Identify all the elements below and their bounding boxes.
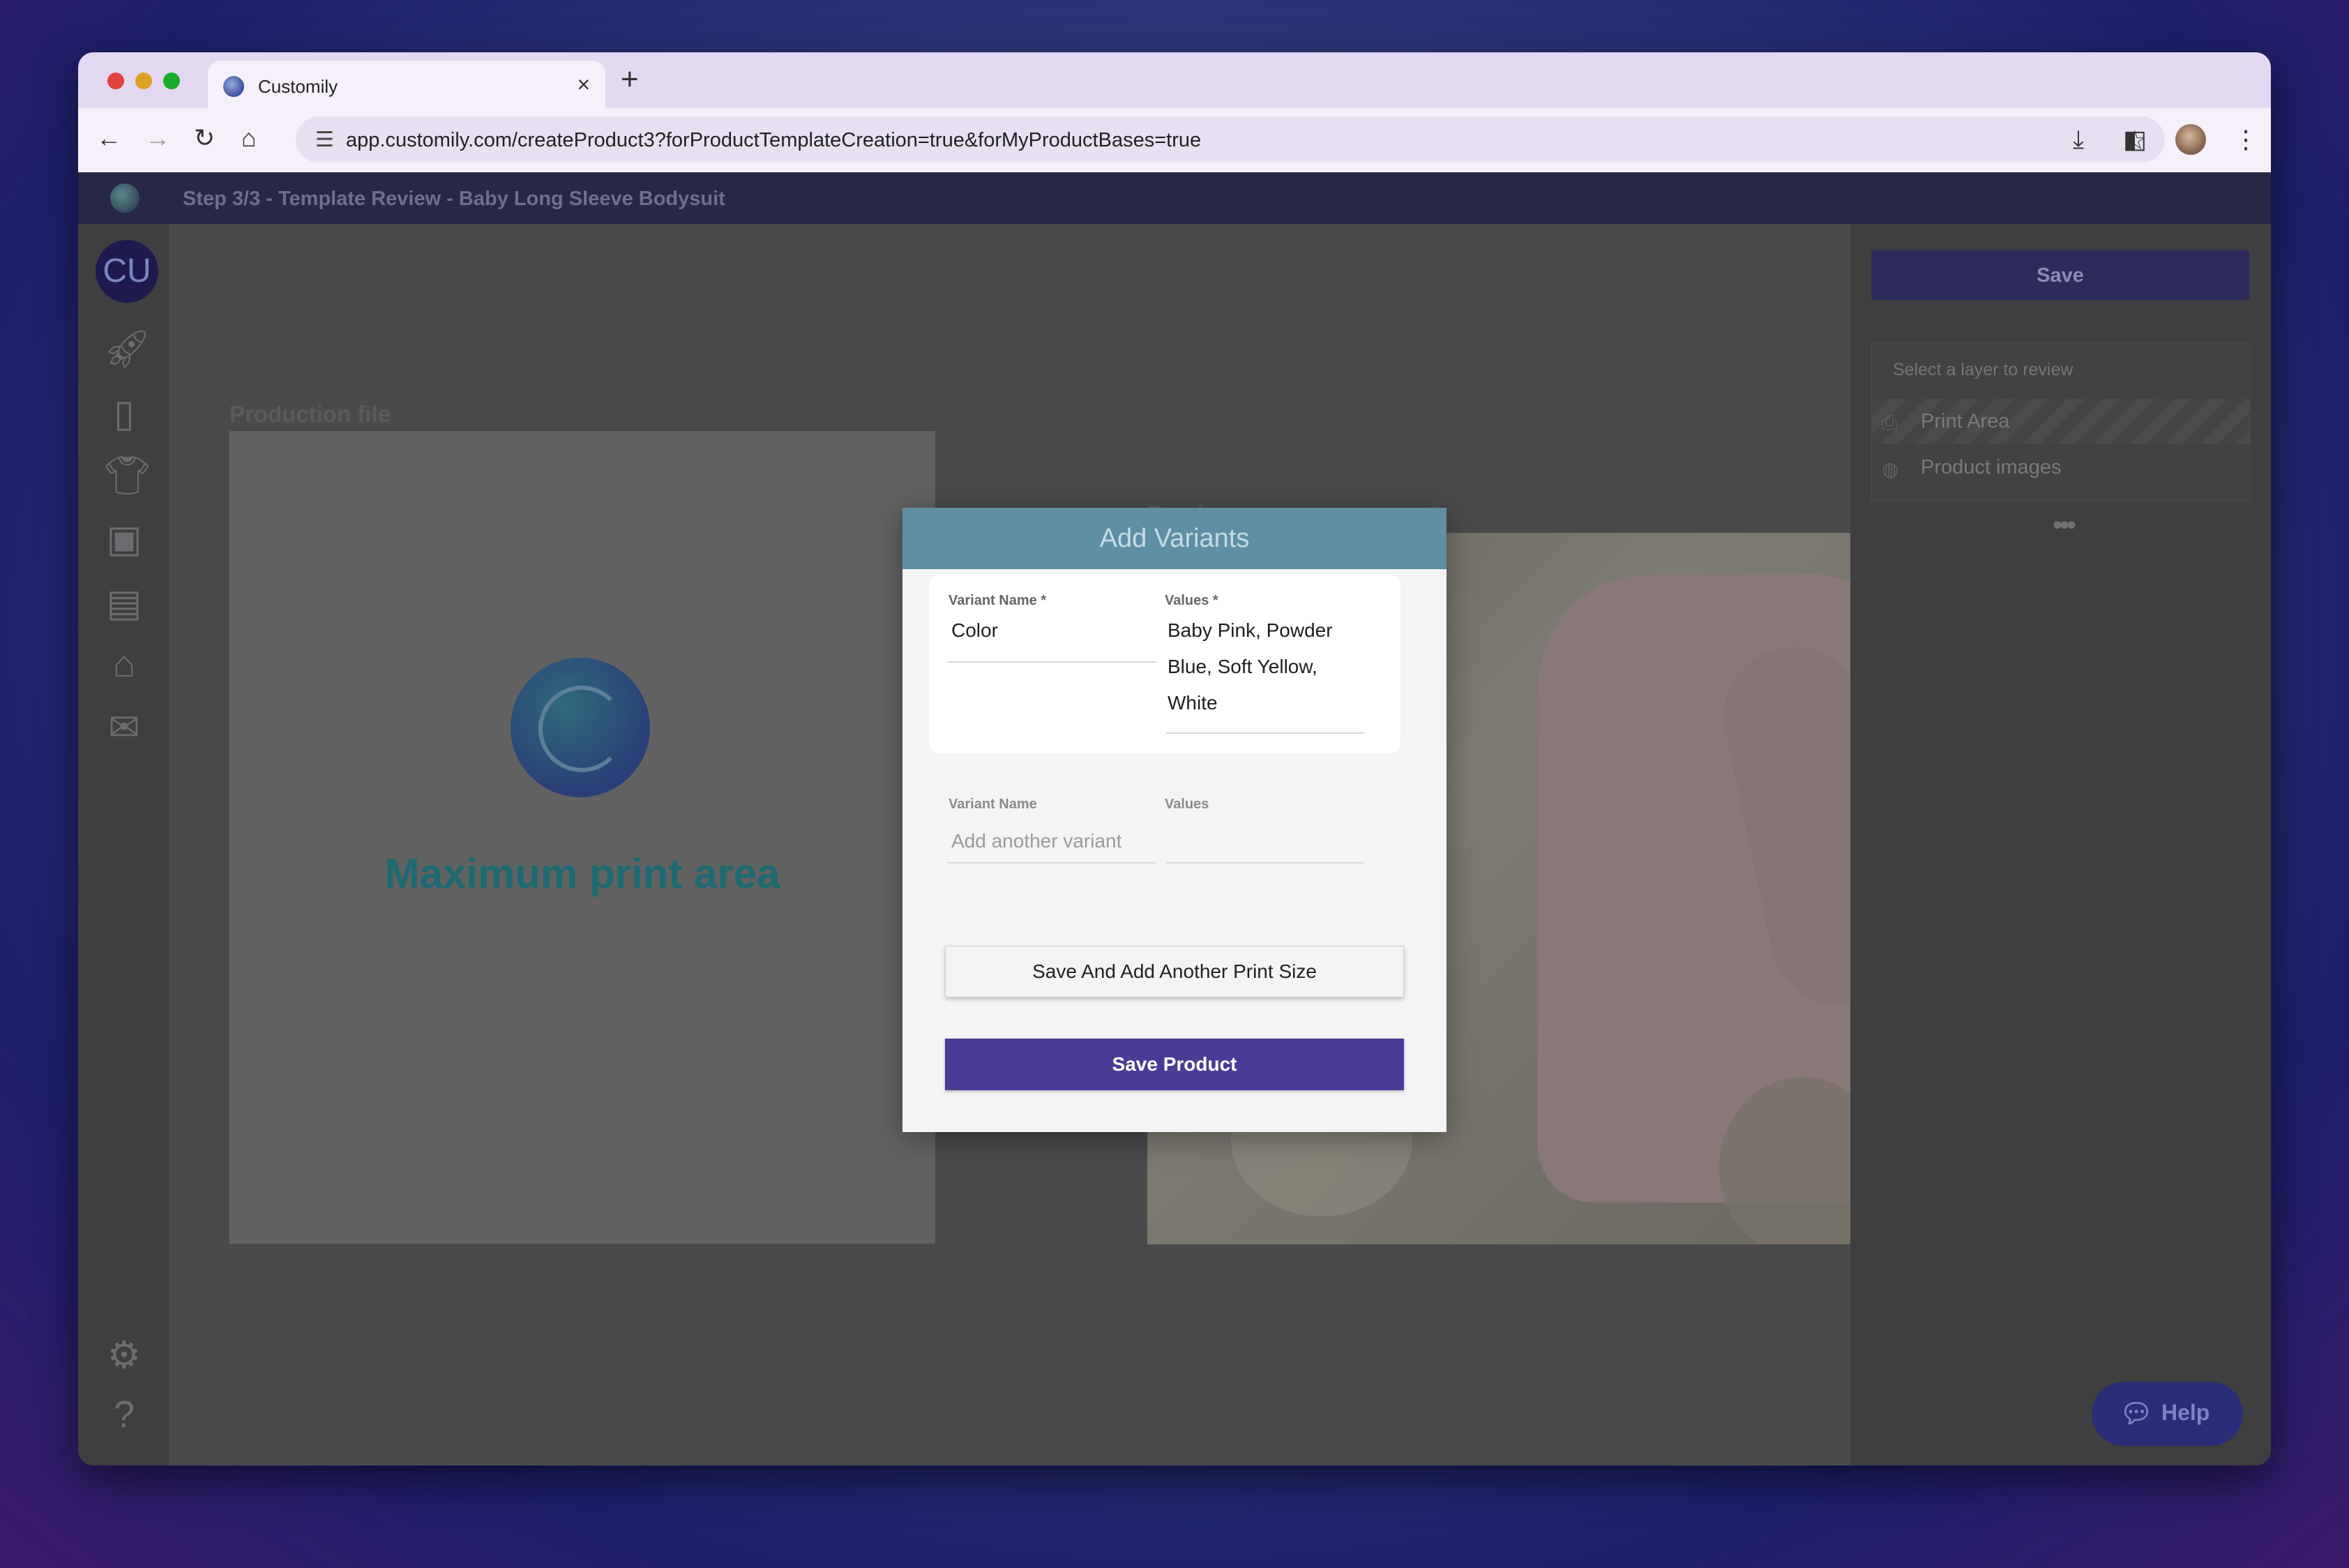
- tab-title: Customily: [258, 76, 338, 97]
- logout-icon[interactable]: ⇥: [103, 1453, 145, 1465]
- address-bar[interactable]: ☰ app.customily.com/createProduct3?forPr…: [296, 116, 2165, 163]
- layer-item-product-images[interactable]: ◍ Product images: [1872, 445, 2250, 490]
- template-monitor-icon[interactable]: ▣: [103, 517, 145, 561]
- save-button[interactable]: Save: [1871, 250, 2249, 300]
- add-another-variant-input[interactable]: Add another variant: [951, 830, 1121, 852]
- dialog-title: Add Variants: [902, 508, 1447, 569]
- save-product-button[interactable]: Save Product: [945, 1039, 1404, 1090]
- variant-name-input[interactable]: Color: [951, 612, 998, 649]
- layer-label: Product images: [1921, 456, 2062, 478]
- variant-row-1: Variant Name * Color Values * Baby Pink,…: [929, 575, 1400, 753]
- values-input[interactable]: Baby Pink, Powder Blue, Soft Yellow, Whi…: [1168, 612, 1370, 735]
- chat-bubble-icon: 💬︎: [2120, 1399, 2154, 1428]
- store-icon[interactable]: ⌂: [103, 642, 145, 686]
- download-icon[interactable]: ⤓: [2073, 125, 2084, 155]
- browser-window: Customily × + ← → ↻ ⌂ ☰ app.customily.co…: [78, 52, 2271, 1465]
- values-line: Baby Pink, Powder: [1168, 619, 1333, 641]
- browser-menu-icon[interactable]: ⋮: [2233, 125, 2258, 154]
- values-input-2[interactable]: [1166, 862, 1364, 864]
- more-options-icon[interactable]: •••: [2053, 510, 2076, 541]
- layer-label: Print Area: [1921, 410, 2010, 432]
- customily-logo-icon[interactable]: [110, 183, 139, 213]
- side-panel-icon[interactable]: ◧: [2123, 125, 2147, 154]
- add-variants-dialog: Add Variants Variant Name * Color Values…: [902, 508, 1447, 1132]
- save-and-add-print-size-button[interactable]: Save And Add Another Print Size: [945, 946, 1404, 997]
- production-file-canvas: Maximum print area: [229, 431, 935, 1244]
- back-arrow-icon[interactable]: ←: [96, 123, 121, 153]
- book-icon[interactable]: ▤: [103, 581, 145, 625]
- help-button[interactable]: 💬︎ Help: [2092, 1382, 2243, 1446]
- layer-item-print-area[interactable]: ⎙ Print Area: [1872, 399, 2250, 444]
- printer-icon: ⎙: [1882, 412, 1898, 433]
- user-avatar[interactable]: CU: [96, 240, 158, 303]
- values-line: White: [1168, 692, 1218, 714]
- inbox-icon[interactable]: ✉: [103, 705, 145, 749]
- customily-favicon-icon: [223, 76, 244, 97]
- values-label-2: Values: [1165, 797, 1209, 812]
- left-sidebar: CU 🚀︎ ▯ 👕︎ ▣ ▤ ⌂ ✉ ⚙ ? ⇥: [78, 224, 169, 1465]
- values-underline: [1166, 732, 1364, 734]
- new-tab-icon[interactable]: +: [621, 62, 639, 97]
- reload-icon[interactable]: ↻: [194, 123, 215, 153]
- user-settings-icon[interactable]: ⚙: [103, 1333, 145, 1377]
- document-icon[interactable]: ▯: [103, 391, 145, 435]
- rocket-icon[interactable]: 🚀︎: [103, 327, 151, 371]
- home-icon[interactable]: ⌂: [241, 123, 257, 153]
- profile-avatar-icon[interactable]: [2175, 124, 2206, 155]
- tab-close-icon[interactable]: ×: [577, 72, 590, 98]
- site-settings-icon[interactable]: ☰: [315, 128, 334, 152]
- values-line: Blue, Soft Yellow,: [1168, 656, 1317, 677]
- browser-toolbar: ← → ↻ ⌂ ☰ app.customily.com/createProduc…: [78, 108, 2271, 172]
- help-question-icon[interactable]: ?: [103, 1393, 145, 1436]
- right-panel: Save Select a layer to review ⎙ Print Ar…: [1850, 224, 2271, 1465]
- values-label: Values *: [1165, 593, 1218, 608]
- variant-name-label-2: Variant Name: [949, 797, 1037, 812]
- maximize-window-button[interactable]: [163, 73, 180, 89]
- variant-name-underline-2: [947, 862, 1156, 864]
- palette-icon: ◍: [1882, 458, 1899, 480]
- max-print-area-text: Maximum print area: [384, 850, 780, 897]
- variant-name-label: Variant Name *: [949, 593, 1047, 608]
- customily-c-logo-icon: [511, 658, 650, 797]
- minimize-window-button[interactable]: [135, 73, 152, 89]
- close-window-button[interactable]: [107, 73, 124, 89]
- layer-hint: Select a layer to review: [1893, 360, 2074, 379]
- page-title: Step 3/3 - Template Review - Baby Long S…: [183, 188, 725, 210]
- tshirt-icon[interactable]: 👕︎: [103, 454, 151, 498]
- forward-arrow-icon[interactable]: →: [145, 123, 170, 153]
- help-label: Help: [2161, 1400, 2210, 1425]
- browser-tab[interactable]: Customily ×: [208, 61, 605, 110]
- variant-name-underline: [947, 661, 1156, 663]
- tab-strip: Customily × +: [78, 52, 2271, 110]
- production-file-label: Production file: [229, 401, 391, 427]
- url-text: app.customily.com/createProduct3?forProd…: [346, 129, 1202, 151]
- app-header: Step 3/3 - Template Review - Baby Long S…: [78, 172, 2271, 224]
- layer-list: Select a layer to review ⎙ Print Area ◍ …: [1871, 342, 2251, 502]
